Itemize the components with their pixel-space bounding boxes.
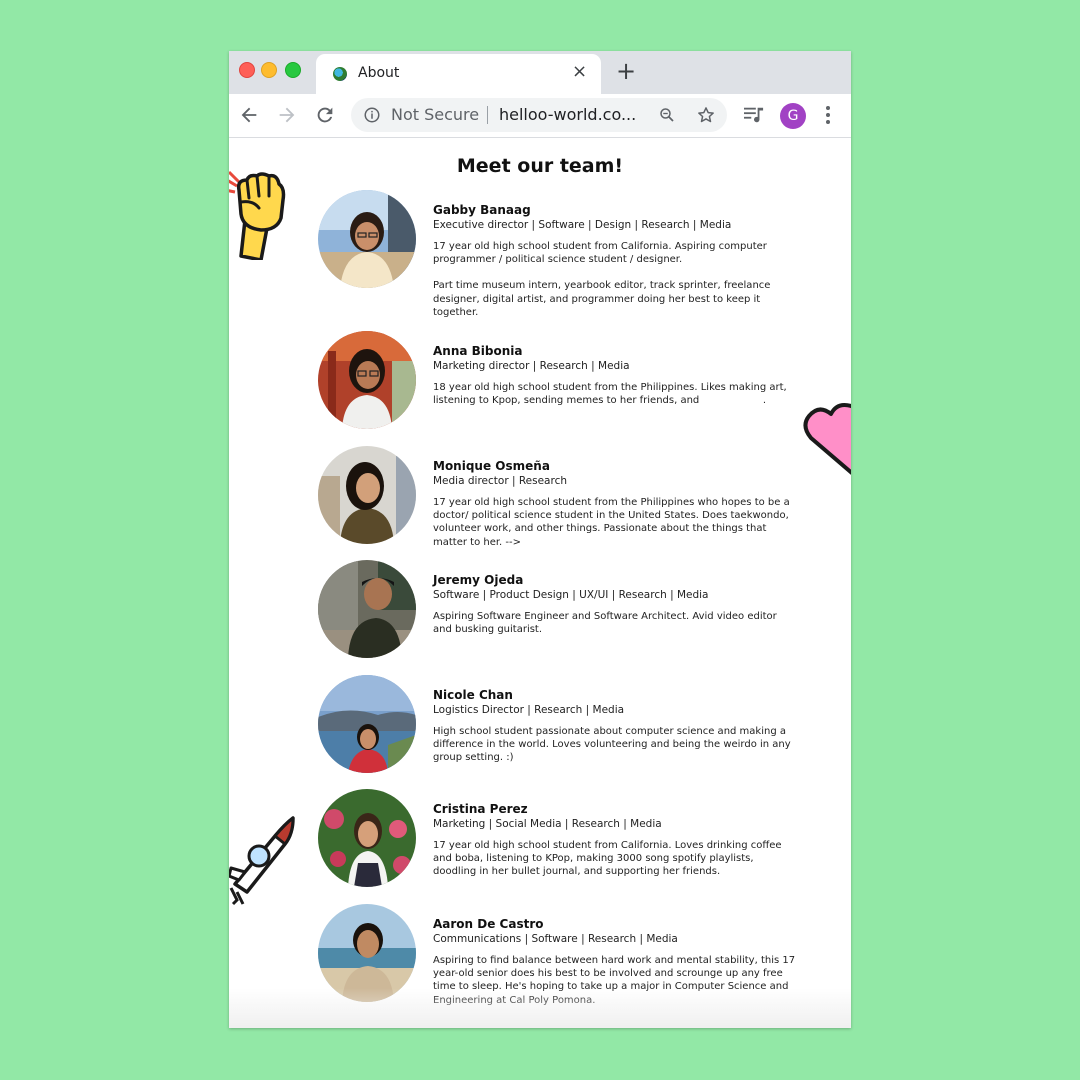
browser-toolbar: Not Secure helloo-world.co... G [229,94,851,138]
page-content: Meet our team! Gabby Banaag Executive di… [229,138,851,1028]
member-bio-extra: Part time museum intern, yearbook editor… [433,280,771,318]
globe-favicon-icon [333,67,347,81]
member-name: Jeremy Ojeda [433,573,524,587]
url-text[interactable]: helloo-world.co... [499,105,636,124]
member-photo [318,675,416,773]
member-photo [318,446,416,544]
security-label: Not Secure [391,105,480,124]
tab-about[interactable]: About × [316,54,601,94]
member-photo [318,560,416,658]
page-title: Meet our team! [456,155,624,177]
forward-arrow-icon[interactable] [276,104,298,126]
back-arrow-icon[interactable] [238,104,260,126]
member-roles: Marketing director | Research | Media [433,360,630,372]
reload-icon[interactable] [314,104,336,126]
member-roles: Logistics Director | Research | Media [433,704,625,716]
minimize-window-button[interactable] [261,62,277,78]
member-roles: Marketing | Social Media | Research | Me… [433,818,662,830]
member-roles: Software | Product Design | UX/UI | Rese… [433,589,709,601]
member-bio: Aspiring Software Engineer and Software … [433,611,777,636]
member-bio: 18 year old high school student from the… [433,382,790,407]
star-icon[interactable] [696,105,716,125]
title-bar: About × + [229,51,851,94]
member-bio: High school student passionate about com… [433,726,791,764]
maximize-window-button[interactable] [285,62,301,78]
member-roles: Media director | Research [433,475,568,487]
browser-window: About × + Not Secure helloo-world.co... [229,51,851,1028]
member-roles: Executive director | Software | Design |… [433,219,732,231]
bottom-fade [229,988,851,1028]
member-name: Monique Osmeña [433,459,550,473]
member-bio: 17 year old high school student from Cal… [433,840,782,878]
member-bio: 17 year old high school student from the… [433,497,790,548]
member-name: Aaron De Castro [433,917,544,931]
media-control-icon[interactable] [743,105,765,125]
member-photo [318,190,416,288]
member-name: Gabby Banaag [433,203,531,217]
new-tab-button[interactable]: + [616,59,636,83]
member-bio: 17 year old high school student from Cal… [433,241,767,266]
close-window-button[interactable] [239,62,255,78]
tab-close-icon[interactable]: × [572,63,587,81]
member-photo [318,789,416,887]
rocket-sticker [229,816,295,906]
kebab-menu-icon[interactable] [825,105,831,125]
omnibox-divider [487,106,488,124]
member-name: Cristina Perez [433,802,528,816]
member-roles: Communications | Software | Research | M… [433,933,678,945]
member-photo [318,331,416,429]
address-bar[interactable]: Not Secure helloo-world.co... [351,98,727,132]
profile-avatar[interactable]: G [780,103,806,129]
zoom-icon[interactable] [658,106,676,124]
member-name: Nicole Chan [433,688,513,702]
member-name: Anna Bibonia [433,344,523,358]
heart-sticker [803,403,851,475]
tab-title: About [358,65,400,81]
info-icon[interactable] [363,106,381,124]
fist-sticker [229,170,286,260]
